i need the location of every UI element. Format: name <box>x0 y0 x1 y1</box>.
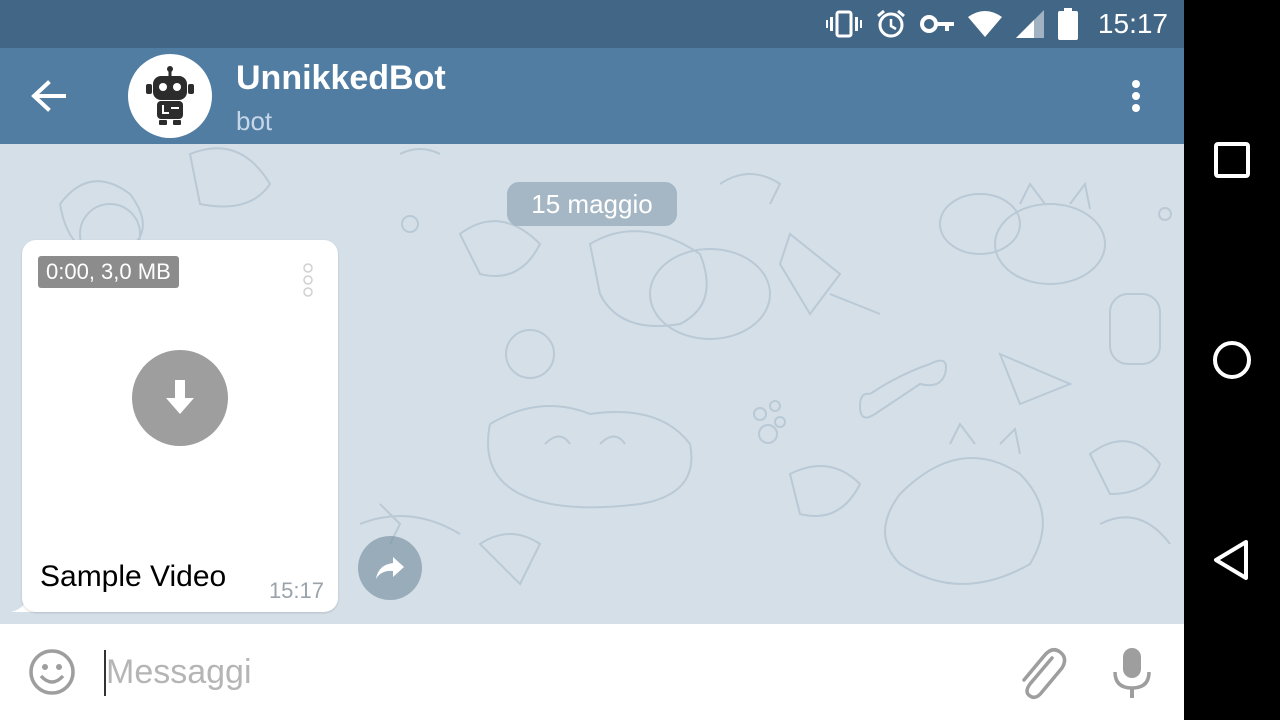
date-chip: 15 maggio <box>507 182 677 226</box>
video-info-badge: 0:00, 3,0 MB <box>38 256 179 288</box>
chat-title: UnnikkedBot <box>236 59 446 97</box>
status-clock: 15:17 <box>1097 8 1168 39</box>
alarm-icon <box>876 9 906 39</box>
cell-signal-icon <box>1015 10 1044 38</box>
overflow-menu-button[interactable] <box>1112 72 1160 120</box>
wifi-icon <box>967 11 1002 37</box>
message-input[interactable] <box>106 646 986 698</box>
chat-title-block[interactable]: UnnikkedBot bot <box>236 58 446 138</box>
system-nav-bar <box>1184 0 1280 720</box>
microphone-icon[interactable] <box>1108 646 1156 700</box>
download-arrow-icon <box>166 380 194 414</box>
video-message-bubble[interactable]: 0:00, 3,0 MB Sample Video 15:17 <box>22 240 338 612</box>
message-caption: Sample Video <box>40 560 227 593</box>
paperclip-icon[interactable] <box>1012 644 1068 700</box>
message-input-bar <box>0 624 1184 720</box>
video-menu-icon[interactable] <box>298 260 318 304</box>
vibrate-icon <box>825 9 862 39</box>
back-button[interactable] <box>24 72 72 120</box>
app-screen: 15:17 UnnikkedBot bot 15 maggio 0:00, 3,… <box>0 0 1184 720</box>
back-triangle-icon[interactable] <box>1208 536 1256 584</box>
more-vert-icon <box>1132 80 1140 112</box>
emoji-icon[interactable] <box>28 648 76 696</box>
share-button[interactable] <box>358 536 422 600</box>
chat-subtitle: bot <box>236 106 273 136</box>
share-icon <box>376 557 404 579</box>
recents-square-icon[interactable] <box>1208 136 1256 184</box>
status-bar: 15:17 <box>0 0 1184 48</box>
chat-header: UnnikkedBot bot <box>0 48 1184 144</box>
bot-avatar[interactable] <box>128 54 212 138</box>
download-button[interactable] <box>132 350 228 446</box>
robot-icon <box>146 66 194 125</box>
vpn-key-icon <box>919 14 954 34</box>
home-circle-icon[interactable] <box>1208 336 1256 384</box>
arrow-back-icon <box>31 80 66 112</box>
battery-icon <box>1057 8 1078 40</box>
message-time: 15:17 <box>268 578 324 603</box>
chat-area: 15 maggio 0:00, 3,0 MB Sample Video 15:1… <box>0 144 1184 624</box>
